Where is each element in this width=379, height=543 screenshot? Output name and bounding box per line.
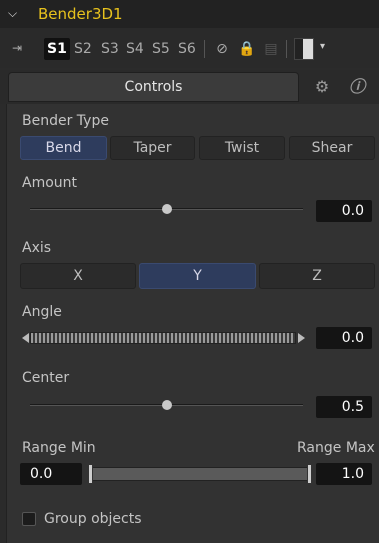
tab-controls[interactable]: Controls	[8, 72, 299, 102]
collapse-chevron-icon[interactable]: ⌵	[8, 6, 22, 20]
group-objects-label: Group objects	[44, 511, 142, 527]
toolbar-divider-2	[286, 40, 287, 58]
slot-s6[interactable]: S6	[176, 38, 198, 60]
range-min-value[interactable]: 0.0	[20, 463, 82, 485]
color-swatch[interactable]	[294, 38, 314, 60]
toolbar-divider	[204, 40, 205, 58]
group-objects-checkbox[interactable]	[22, 512, 36, 526]
amount-slider-knob[interactable]	[162, 204, 172, 214]
center-label: Center	[22, 370, 70, 386]
range-slider-track[interactable]	[90, 467, 310, 481]
angle-decrement-arrow-icon[interactable]	[22, 333, 29, 343]
bender-type-taper[interactable]: Taper	[110, 136, 195, 160]
bender-type-twist[interactable]: Twist	[199, 136, 285, 160]
chevron-down-icon[interactable]: ▾	[320, 41, 325, 52]
amount-value[interactable]: 0.0	[316, 200, 372, 222]
axis-label: Axis	[22, 240, 52, 256]
range-max-label: Range Max	[297, 440, 375, 456]
range-min-handle[interactable]	[88, 464, 93, 484]
bender-type-label: Bender Type	[22, 113, 109, 129]
range-max-value[interactable]: 1.0	[316, 463, 372, 485]
axis-x[interactable]: X	[20, 263, 136, 289]
slot-s1[interactable]: S1	[44, 38, 70, 60]
info-icon[interactable]: ⓘ	[342, 72, 372, 102]
bender-type-bend[interactable]: Bend	[20, 136, 107, 160]
angle-value[interactable]: 0.0	[316, 327, 372, 349]
axis-z[interactable]: Z	[259, 263, 375, 289]
lock-icon[interactable]: 🔒	[238, 40, 256, 58]
amount-label: Amount	[22, 175, 78, 191]
slot-s3[interactable]: S3	[99, 38, 121, 60]
angle-increment-arrow-icon[interactable]	[298, 333, 305, 343]
cache-icon[interactable]: ▤	[262, 40, 280, 58]
angle-label: Angle	[22, 304, 62, 320]
slot-s4[interactable]: S4	[124, 38, 146, 60]
center-value[interactable]: 0.5	[316, 396, 372, 418]
disable-icon[interactable]: ⊘	[213, 40, 231, 58]
slot-s5[interactable]: S5	[150, 38, 172, 60]
axis-y[interactable]: Y	[139, 263, 256, 289]
settings-gear-icon[interactable]: ⚙	[305, 72, 339, 102]
pin-icon[interactable]: ⇥	[12, 40, 34, 56]
range-max-handle[interactable]	[307, 464, 312, 484]
slot-s2[interactable]: S2	[72, 38, 94, 60]
center-slider-knob[interactable]	[162, 400, 172, 410]
range-min-label: Range Min	[22, 440, 96, 456]
node-title[interactable]: Bender3D1	[38, 4, 123, 24]
angle-thumbwheel[interactable]	[30, 332, 296, 344]
bender-type-shear[interactable]: Shear	[289, 136, 375, 160]
